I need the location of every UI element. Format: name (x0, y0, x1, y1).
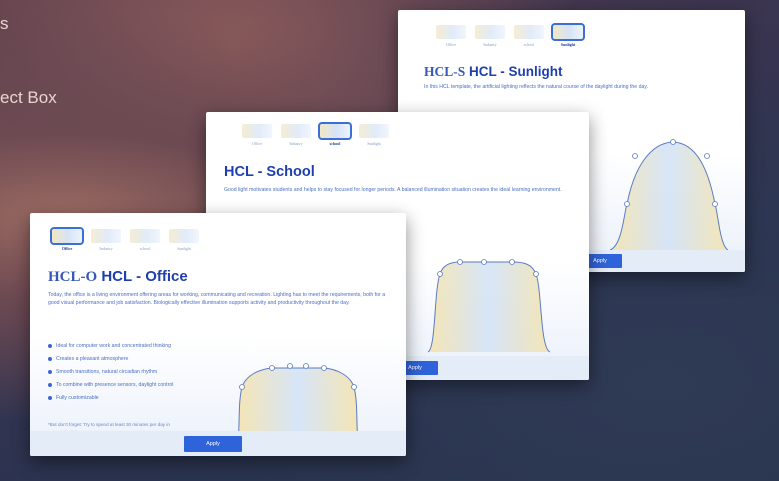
tab-label: Office (61, 246, 73, 251)
apply-button[interactable]: Apply (184, 436, 242, 452)
tab-sunlight[interactable]: Sunlight (551, 23, 585, 47)
feature-item: To combine with presence sensors, daylig… (48, 378, 173, 391)
template-tabs: Office Industry school Sunlight (242, 122, 389, 146)
page-description: In this HCL template, the artificial lig… (424, 84, 649, 90)
tab-thumbnail (475, 25, 505, 39)
tab-sunlight[interactable]: Sunlight (359, 124, 389, 146)
tab-thumbnail (514, 25, 544, 39)
tab-label: school (329, 141, 341, 146)
tab-office[interactable]: Office (242, 124, 272, 146)
feature-item: Smooth transitions, natural circadian rh… (48, 365, 173, 378)
bullet-icon (48, 356, 52, 361)
tab-school[interactable]: school (130, 229, 160, 251)
template-tabs: Office Industry school Sunlight (436, 23, 585, 47)
bullet-icon (48, 382, 52, 387)
tab-label: Industry (289, 141, 303, 146)
tab-school[interactable]: school (514, 25, 544, 47)
tab-label: Sunlight (367, 141, 381, 146)
title-text: HCL - Office (101, 268, 188, 285)
apply-bar: Apply (30, 431, 406, 456)
template-tabs: Office Industry school Sunlight (50, 227, 199, 251)
tab-thumbnail (242, 124, 272, 138)
title-text: HCL - Sunlight (469, 64, 563, 79)
feature-text: Ideal for computer work and concentrated… (56, 342, 172, 349)
tab-thumbnail (551, 23, 585, 41)
bullet-icon (48, 369, 52, 374)
bullet-icon (48, 395, 52, 400)
feature-item: Ideal for computer work and concentrated… (48, 339, 173, 352)
bullet-icon (48, 343, 52, 348)
tab-thumbnail (130, 229, 160, 243)
tab-thumbnail (91, 229, 121, 243)
tab-label: Office (445, 42, 457, 47)
background-text-1: s (0, 14, 9, 33)
tab-sunlight[interactable]: Sunlight (169, 229, 199, 251)
feature-text: Creates a pleasant atmosphere (56, 355, 129, 362)
lighting-curve[interactable] (609, 138, 730, 262)
page-description: Good light motivates students and helps … (224, 187, 562, 193)
tab-label: Sunlight (177, 246, 191, 251)
tab-label: school (139, 246, 151, 251)
hcl-office-card: Office Industry school Sunlight HCL-O HC… (30, 213, 406, 456)
tab-label: Sunlight (560, 42, 576, 47)
tab-thumbnail (50, 227, 84, 245)
feature-text: Fully customizable (56, 394, 99, 401)
background-text-2: ect Box (0, 88, 57, 107)
page-title: HCL-O HCL - Office (48, 268, 188, 286)
tab-school[interactable]: school (318, 122, 352, 146)
tab-thumbnail (359, 124, 389, 138)
title-ghost: HCL-S (424, 64, 466, 79)
title-ghost: HCL-O (48, 269, 98, 285)
feature-text: Smooth transitions, natural circadian rh… (56, 368, 158, 375)
page-title: HCL-S HCL - Sunlight (424, 64, 563, 80)
page-title: HCL - School (224, 164, 315, 180)
tab-label: Industry (99, 246, 113, 251)
feature-text: To combine with presence sensors, daylig… (56, 381, 174, 388)
tab-thumbnail (169, 229, 199, 243)
page-description: Today, the office is a living environmen… (48, 292, 386, 306)
tab-label: Office (251, 141, 263, 146)
tab-office[interactable]: Office (50, 227, 84, 251)
tab-label: school (523, 42, 535, 47)
lighting-curve[interactable] (427, 259, 552, 356)
tab-office[interactable]: Office (436, 25, 466, 47)
tab-label: Industry (483, 42, 497, 47)
feature-item: Fully customizable (48, 391, 173, 404)
tab-industry[interactable]: Industry (281, 124, 311, 146)
tab-thumbnail (318, 122, 352, 140)
tab-industry[interactable]: Industry (91, 229, 121, 251)
feature-list: Ideal for computer work and concentrated… (48, 339, 173, 404)
tab-industry[interactable]: Industry (475, 25, 505, 47)
tab-thumbnail (436, 25, 466, 39)
feature-item: Creates a pleasant atmosphere (48, 352, 173, 365)
tab-thumbnail (281, 124, 311, 138)
